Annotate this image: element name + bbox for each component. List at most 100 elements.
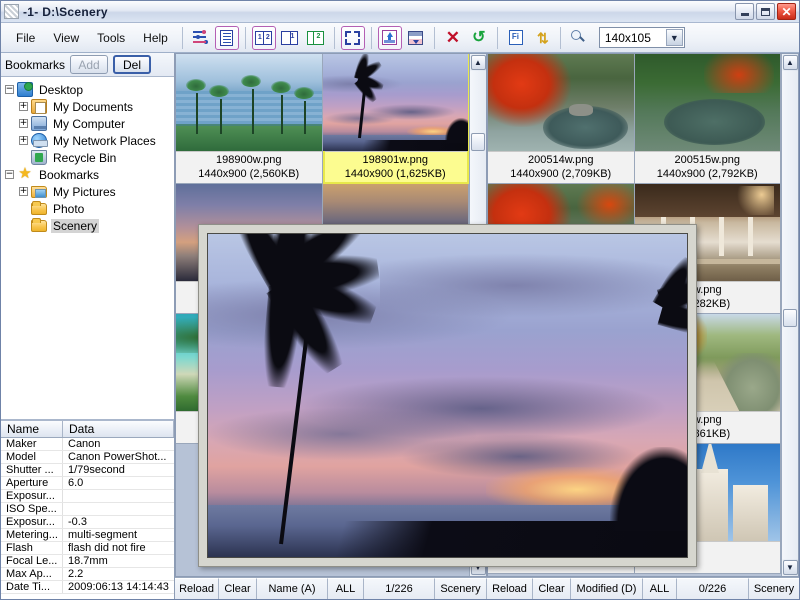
thumbnail-image	[635, 54, 781, 151]
refresh-icon[interactable]: ↺	[467, 26, 491, 50]
computer-icon	[31, 116, 47, 131]
minimize-button[interactable]	[735, 3, 754, 20]
left-filter-indicator[interactable]: ALL	[328, 578, 364, 599]
bookmark-add-button[interactable]: Add	[70, 55, 108, 74]
upload-icon[interactable]	[378, 26, 402, 50]
pane-two-icon[interactable]: 2	[304, 26, 328, 50]
tree-item-my-network-places[interactable]: + My Network Places	[5, 132, 172, 149]
tree-item-my-computer[interactable]: + My Computer	[5, 115, 172, 132]
exif-key: Exposur...	[1, 516, 63, 528]
thumbnail-filename: 198901w.png	[363, 154, 428, 168]
exif-col-name[interactable]: Name	[1, 421, 63, 437]
scroll-up-icon[interactable]: ▲	[783, 55, 798, 70]
exif-row[interactable]: Maker Canon	[1, 438, 174, 451]
menu-help[interactable]: Help	[134, 28, 177, 48]
thumbnail-filename: w.png	[693, 284, 722, 298]
tree-item-bookmarks[interactable]: − ★ Bookmarks	[5, 166, 172, 183]
two-pane-icon[interactable]: 12	[252, 26, 276, 50]
exif-value: flash did not fire	[63, 542, 174, 554]
menu-file[interactable]: File	[7, 28, 44, 48]
maximize-button[interactable]	[756, 3, 775, 20]
pictures-icon	[31, 186, 47, 198]
thumbnail-size-combo[interactable]: 140x105 ▼	[599, 27, 685, 48]
download-icon[interactable]	[404, 26, 428, 50]
left-status-group: Reload Clear Name (A) ALL 1/226 Scenery	[175, 578, 487, 599]
thumbnail-cell[interactable]: 200514w.png 1440x900 (2,709KB)	[488, 54, 635, 184]
thumbnail-cell-selected[interactable]: 198901w.png 1440x900 (1,625KB)	[323, 54, 470, 184]
window-title: -1- D:\Scenery	[23, 5, 108, 19]
expander-plus-icon[interactable]: +	[19, 136, 28, 145]
scroll-down-icon[interactable]: ▼	[783, 560, 798, 575]
left-panel: Bookmarks Add Del − Desktop + My Documen…	[1, 53, 175, 599]
exif-value: 6.0	[63, 477, 174, 489]
left-sort-indicator[interactable]: Name (A)	[257, 578, 328, 599]
left-folder-indicator: Scenery	[435, 578, 487, 599]
right-reload-button[interactable]: Reload	[487, 578, 533, 599]
chevron-down-icon[interactable]: ▼	[666, 29, 683, 46]
exif-value: Canon PowerShot...	[63, 451, 174, 463]
status-bar: Reload Clear Name (A) ALL 1/226 Scenery …	[175, 577, 799, 599]
expander-minus-icon[interactable]: −	[5, 170, 14, 179]
tree-item-scenery[interactable]: Scenery	[5, 217, 172, 234]
menu-toolbar-row: File View Tools Help 12 1 2	[1, 23, 799, 53]
left-clear-button[interactable]: Clear	[219, 578, 257, 599]
exif-row[interactable]: Date Ti... 2009:06:13 14:14:43	[1, 581, 174, 594]
detail-list-icon[interactable]	[215, 26, 239, 50]
exif-row[interactable]: Max Ap... 2.2	[1, 568, 174, 581]
exif-value: 1/79second	[63, 464, 174, 476]
bookmarks-header: Bookmarks Add Del	[1, 53, 174, 77]
menu-view[interactable]: View	[44, 28, 88, 48]
thumbnail-image	[323, 54, 469, 151]
menu-tools[interactable]: Tools	[88, 28, 134, 48]
scroll-up-icon[interactable]: ▲	[471, 55, 486, 70]
image-preview-window[interactable]	[198, 224, 697, 567]
delete-icon[interactable]: ✕	[441, 26, 465, 50]
exif-row[interactable]: Focal Le... 18.7mm	[1, 555, 174, 568]
right-filter-indicator[interactable]: ALL	[643, 578, 677, 599]
exif-row[interactable]: Shutter ... 1/79second	[1, 464, 174, 477]
zoom-icon[interactable]	[567, 26, 591, 50]
exif-row[interactable]: Metering... multi-segment	[1, 529, 174, 542]
expander-plus-icon[interactable]: +	[19, 119, 28, 128]
tree-item-recycle-bin[interactable]: Recycle Bin	[5, 149, 172, 166]
exif-row[interactable]: ISO Spe...	[1, 503, 174, 516]
thumbnail-cell[interactable]: 198900w.png 1440x900 (2,560KB)	[176, 54, 323, 184]
star-icon: ★	[17, 167, 33, 182]
tree-item-desktop[interactable]: − Desktop	[5, 81, 172, 98]
tree-item-photo[interactable]: Photo	[5, 200, 172, 217]
toolbar-separator	[560, 27, 561, 49]
exif-row[interactable]: Flash flash did not fire	[1, 542, 174, 555]
exif-row[interactable]: Exposur... -0.3	[1, 516, 174, 529]
right-clear-button[interactable]: Clear	[533, 578, 571, 599]
close-button[interactable]: ✕	[777, 3, 796, 20]
expander-plus-icon[interactable]: +	[19, 102, 28, 111]
thumbnail-cell[interactable]: 200515w.png 1440x900 (2,792KB)	[635, 54, 782, 184]
tree-label: My Computer	[51, 117, 127, 131]
tree-item-my-pictures[interactable]: + My Pictures	[5, 183, 172, 200]
tree-item-my-documents[interactable]: + My Documents	[5, 98, 172, 115]
expander-plus-icon[interactable]: +	[19, 187, 28, 196]
exif-row[interactable]: Exposur...	[1, 490, 174, 503]
sort-options-icon[interactable]	[189, 26, 213, 50]
right-sort-indicator[interactable]: Modified (D)	[571, 578, 643, 599]
left-reload-button[interactable]: Reload	[175, 578, 219, 599]
pane-one-icon[interactable]: 1	[278, 26, 302, 50]
tree-label: My Network Places	[51, 134, 158, 148]
expander-minus-icon[interactable]: −	[5, 85, 14, 94]
fullscreen-icon[interactable]	[341, 26, 365, 50]
right-folder-indicator: Scenery	[749, 578, 799, 599]
thumbnail-caption: 200515w.png 1440x900 (2,792KB)	[635, 151, 781, 183]
exif-row[interactable]: Aperture 6.0	[1, 477, 174, 490]
tree-label: Recycle Bin	[51, 151, 118, 165]
scroll-track[interactable]	[782, 71, 798, 559]
exif-row[interactable]: Model Canon PowerShot...	[1, 451, 174, 464]
exif-col-data[interactable]: Data	[63, 421, 174, 437]
scroll-thumb[interactable]	[471, 133, 485, 151]
file-info-icon[interactable]: Fi	[504, 26, 528, 50]
bookmarks-tree[interactable]: − Desktop + My Documents + My Computer	[1, 77, 174, 419]
right-pane-scrollbar[interactable]: ▲ ▼	[781, 54, 798, 576]
tree-label: Scenery	[51, 219, 99, 233]
sort-updown-icon[interactable]: ⇅	[530, 26, 554, 50]
scroll-thumb[interactable]	[783, 309, 797, 327]
bookmark-del-button[interactable]: Del	[113, 55, 151, 74]
